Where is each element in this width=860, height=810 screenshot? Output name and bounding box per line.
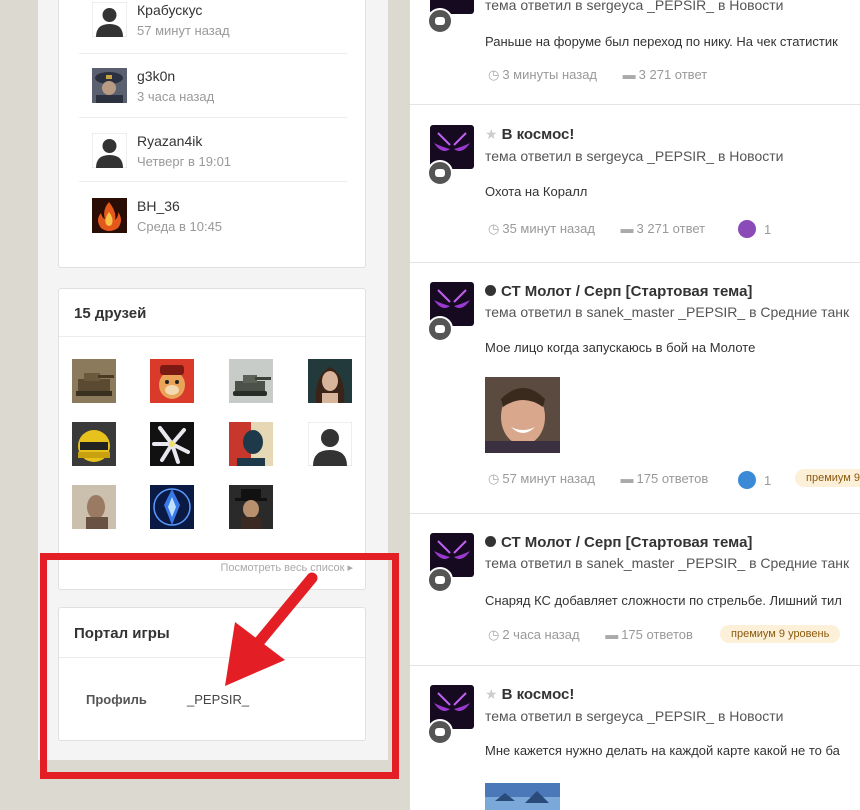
reply-count: 3 271 ответ bbox=[638, 67, 708, 82]
feed-item: ★ В космос! тема ответил в sergeyca _PEPS… bbox=[410, 105, 860, 263]
visitor-time: 3 часа назад bbox=[137, 89, 215, 104]
post-excerpt[interactable]: Охота на Коралл bbox=[485, 184, 587, 199]
comment-bubble-icon bbox=[427, 719, 453, 745]
visitor-name[interactable]: BH_36 bbox=[137, 198, 180, 214]
friend-avatar[interactable] bbox=[229, 359, 273, 403]
recent-visitors-card: Крабускус 57 минут назад g3k0n 3 часа на… bbox=[58, 0, 366, 268]
status-dot-icon bbox=[485, 285, 496, 296]
friends-header: 15 друзей bbox=[59, 289, 365, 337]
status-dot-icon bbox=[485, 536, 496, 547]
clock-icon: ◷ bbox=[488, 627, 500, 642]
visitor-name[interactable]: Крабускус bbox=[137, 2, 202, 18]
comments-icon: ▬ bbox=[605, 627, 619, 642]
trophy-icon bbox=[738, 220, 756, 238]
reply-count: 3 271 ответ bbox=[636, 221, 706, 236]
clock-icon: ◷ bbox=[488, 471, 500, 486]
comments-icon: ▬ bbox=[620, 221, 634, 236]
friend-avatar[interactable] bbox=[229, 422, 273, 466]
friend-avatar[interactable] bbox=[72, 485, 116, 529]
post-subtitle[interactable]: тема ответил в sanek_master _PEPSIR_ в С… bbox=[485, 304, 849, 320]
visitor-time: Четверг в 19:01 bbox=[137, 154, 232, 169]
post-title[interactable]: ★ В космос! bbox=[485, 126, 574, 143]
post-time: 2 часа назад bbox=[502, 627, 580, 642]
post-excerpt[interactable]: Раньше на форуме был переход по нику. На… bbox=[485, 34, 838, 49]
reaction[interactable]: 1 bbox=[738, 471, 771, 489]
visitor-item[interactable]: Крабускус 57 минут назад bbox=[79, 0, 347, 54]
post-image-thumbnail[interactable] bbox=[485, 783, 560, 810]
visitor-time: Среда в 10:45 bbox=[137, 219, 223, 234]
post-meta: ◷ 2 часа назад ▬ 175 ответов bbox=[488, 627, 693, 643]
friend-avatar[interactable] bbox=[150, 485, 194, 529]
friends-card: 15 друзей Посмотреть весь список ▸ bbox=[58, 288, 366, 590]
post-meta: ◷ 35 минут назад ▬ 3 271 ответ bbox=[488, 221, 705, 237]
default-avatar-icon bbox=[92, 2, 127, 37]
default-avatar-icon bbox=[92, 133, 127, 168]
friend-avatar[interactable] bbox=[72, 359, 116, 403]
highlight-frame bbox=[40, 553, 399, 779]
comment-bubble-icon bbox=[427, 316, 453, 342]
post-time: 35 минут назад bbox=[502, 221, 595, 236]
default-avatar-icon[interactable] bbox=[308, 422, 352, 466]
visitor-item[interactable]: g3k0n 3 часа назад bbox=[79, 54, 347, 118]
friends-title: 15 друзей bbox=[74, 305, 147, 322]
comment-bubble-icon bbox=[427, 160, 453, 186]
post-meta: ◷ 3 минуты назад ▬ 3 271 ответ bbox=[488, 67, 707, 83]
visitor-name[interactable]: Ryazan4ik bbox=[137, 133, 202, 149]
feed-item: СТ Молот / Серп [Стартовая тема] тема от… bbox=[410, 514, 860, 666]
post-meta: ◷ 57 минут назад ▬ 175 ответов bbox=[488, 471, 708, 487]
visitor-item[interactable]: Ryazan4ik Четверг в 19:01 bbox=[79, 118, 347, 182]
reply-count: 175 ответов bbox=[621, 627, 693, 642]
visitor-time: 57 минут назад bbox=[137, 23, 230, 38]
visitor-name[interactable]: g3k0n bbox=[137, 68, 175, 84]
friend-avatar[interactable] bbox=[150, 359, 194, 403]
post-subtitle[interactable]: тема ответил в sergeyca _PEPSIR_ в Новос… bbox=[485, 708, 783, 724]
friend-avatar[interactable] bbox=[150, 422, 194, 466]
post-time: 57 минут назад bbox=[502, 471, 595, 486]
friend-avatar[interactable] bbox=[229, 485, 273, 529]
post-title[interactable]: СТ Молот / Серп [Стартовая тема] bbox=[485, 283, 752, 300]
post-excerpt[interactable]: Мое лицо когда запускаюсь в бой на Молот… bbox=[485, 340, 755, 355]
comments-icon: ▬ bbox=[620, 471, 634, 486]
post-subtitle[interactable]: тема ответил в sanek_master _PEPSIR_ в С… bbox=[485, 555, 849, 571]
post-excerpt[interactable]: Снаряд КС добавляет сложности по стрельб… bbox=[485, 593, 842, 608]
post-image-thumbnail[interactable] bbox=[485, 377, 560, 453]
post-excerpt[interactable]: Мне кажется нужно делать на каждой карте… bbox=[485, 743, 840, 758]
feed-item: СТ Молот / Серп [Стартовая тема] тема от… bbox=[410, 263, 860, 514]
comment-bubble-icon bbox=[427, 8, 453, 34]
post-subtitle[interactable]: тема ответил в sergeyca _PEPSIR_ в Новос… bbox=[485, 148, 783, 164]
post-title[interactable]: СТ Молот / Серп [Стартовая тема] bbox=[485, 534, 752, 551]
comments-icon: ▬ bbox=[622, 67, 636, 82]
friend-avatar[interactable] bbox=[72, 422, 116, 466]
clock-icon: ◷ bbox=[488, 221, 500, 236]
clock-icon: ◷ bbox=[488, 67, 500, 82]
fire-avatar-icon bbox=[92, 198, 127, 233]
reaction[interactable]: 1 bbox=[738, 220, 771, 238]
premium-badge: премиум 9 bbox=[795, 469, 860, 487]
heart-icon bbox=[738, 471, 756, 489]
post-time: 3 минуты назад bbox=[502, 67, 598, 82]
friend-avatar[interactable] bbox=[308, 359, 352, 403]
post-subtitle[interactable]: тема ответил в sergeyca _PEPSIR_ в Новос… bbox=[485, 0, 783, 13]
premium-badge: премиум 9 уровень bbox=[720, 625, 841, 643]
star-icon[interactable]: ★ bbox=[485, 686, 498, 702]
post-title[interactable]: ★ В космос! bbox=[485, 686, 574, 703]
activity-feed: тема ответил в sergeyca _PEPSIR_ в Новос… bbox=[410, 0, 860, 810]
comment-bubble-icon bbox=[427, 567, 453, 593]
feed-item: тема ответил в sergeyca _PEPSIR_ в Новос… bbox=[410, 0, 860, 105]
visitor-item[interactable]: BH_36 Среда в 10:45 bbox=[79, 182, 347, 246]
reply-count: 175 ответов bbox=[636, 471, 709, 486]
military-avatar-icon bbox=[92, 68, 127, 103]
star-icon[interactable]: ★ bbox=[485, 126, 498, 142]
feed-item: ★ В космос! тема ответил в sergeyca _PEPS… bbox=[410, 666, 860, 810]
